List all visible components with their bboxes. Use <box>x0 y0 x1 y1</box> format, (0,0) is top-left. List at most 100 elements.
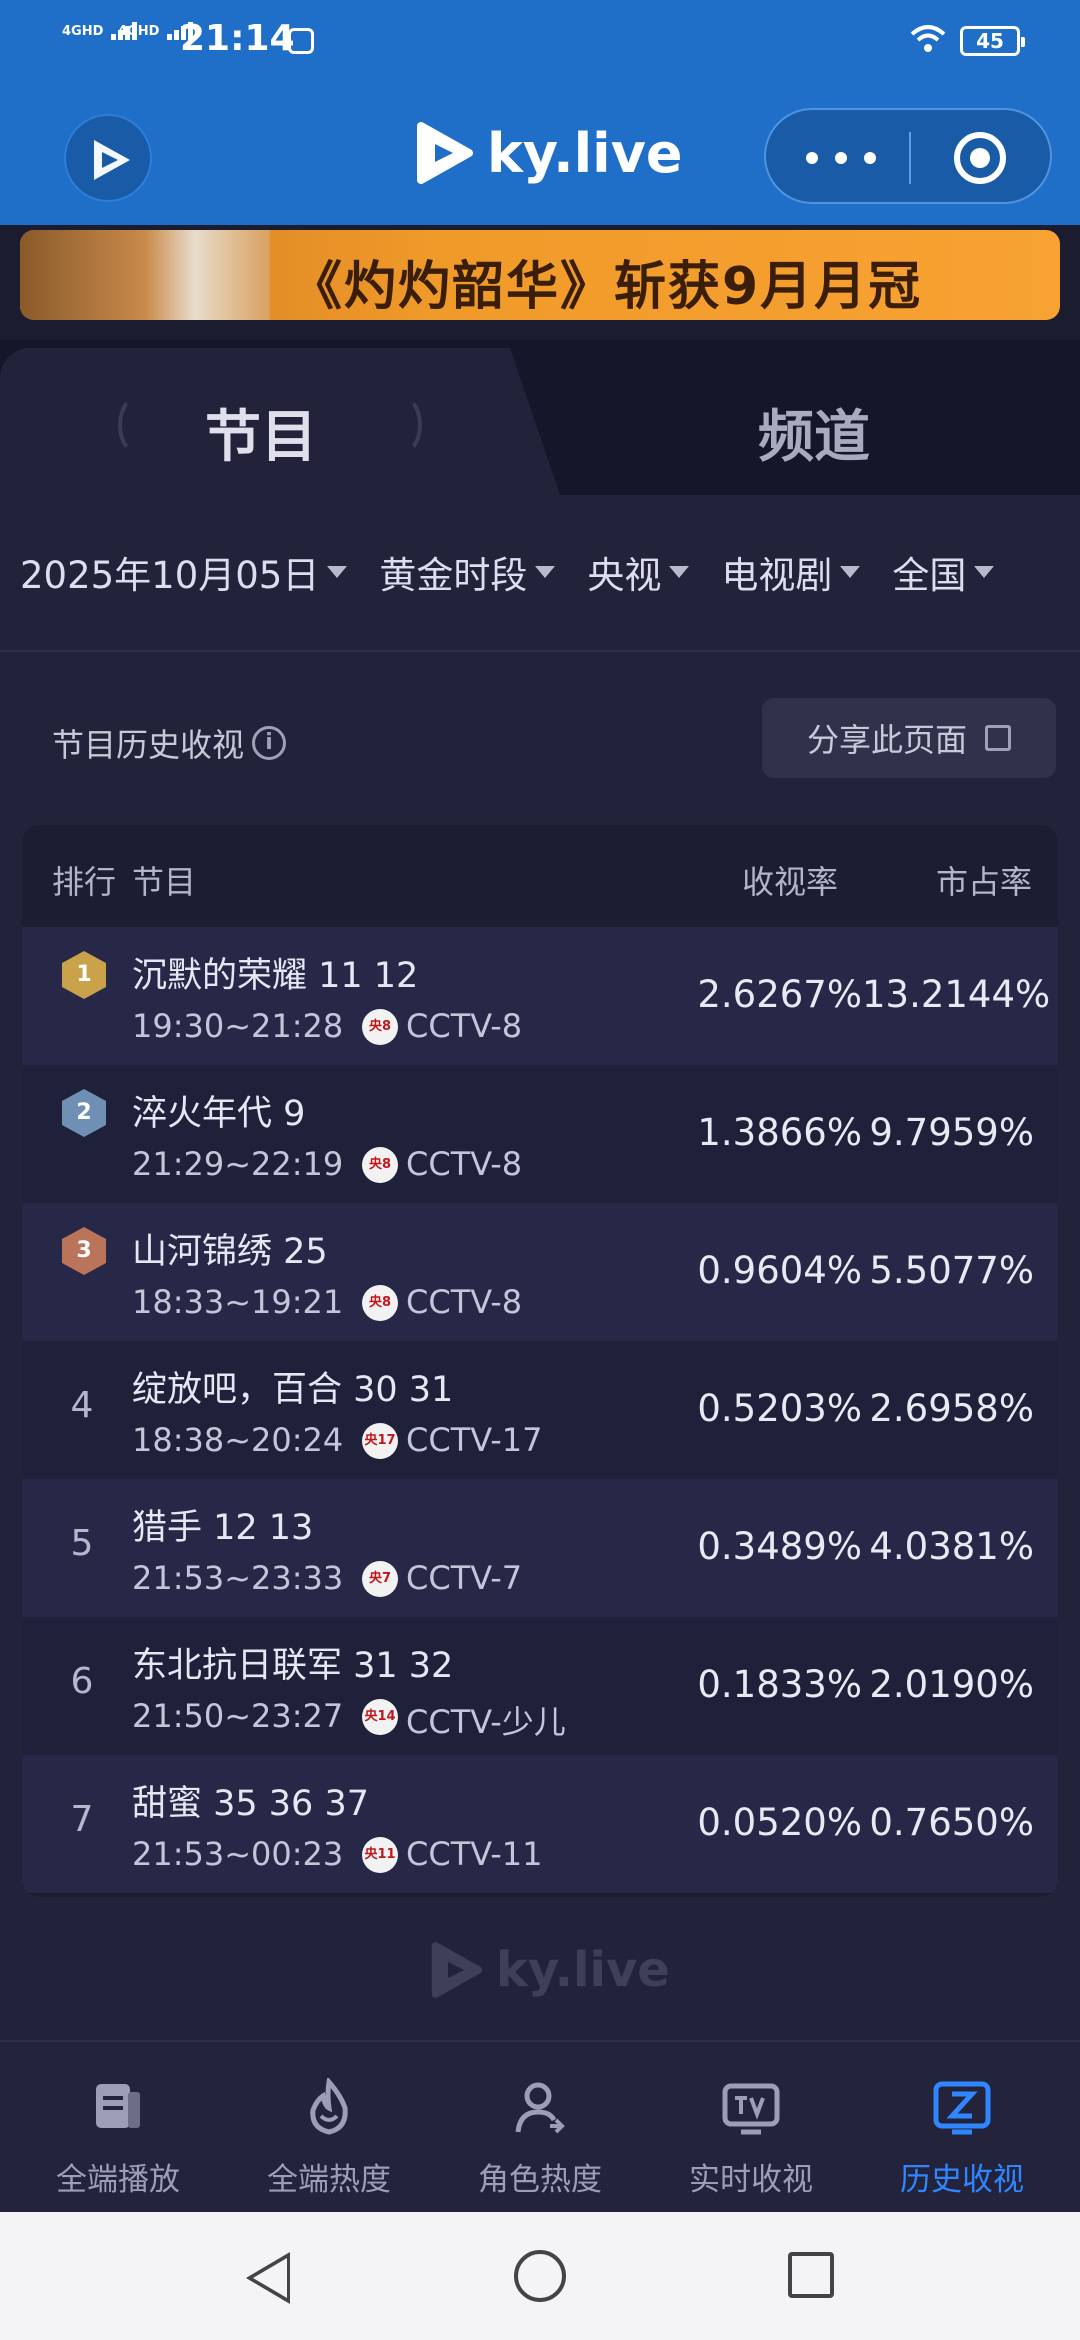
program-time: 21:50~23:27 <box>132 1697 344 1735</box>
rank-number: 4 <box>70 1385 94 1426</box>
channel-logo-icon: 央8 <box>362 1285 398 1321</box>
rating-value: 0.1833% <box>697 1663 862 1706</box>
rating-value: 0.0520% <box>697 1801 862 1844</box>
program-time: 21:29~22:19 <box>132 1145 344 1183</box>
brand-name: ky.live <box>487 121 683 185</box>
channel-logo-icon: 央11 <box>362 1837 398 1873</box>
wifi-icon <box>910 25 946 52</box>
nav-realtime-ratings[interactable]: 实时收视 <box>651 2078 851 2199</box>
channel-logo-icon: 央8 <box>362 1009 398 1045</box>
rating-value: 0.3489% <box>697 1525 862 1568</box>
channel-logo-icon: 央8 <box>362 1147 398 1183</box>
rating-value: 2.6267% <box>697 973 862 1016</box>
filter-genre[interactable]: 电视剧 <box>721 545 861 599</box>
play-logo-icon <box>94 140 130 180</box>
channel-name: CCTV-8 <box>406 1283 523 1321</box>
tab-channels[interactable]: 频道 <box>758 392 870 473</box>
program-time: 21:53~00:23 <box>132 1835 344 1873</box>
rating-value: 0.9604% <box>697 1249 862 1292</box>
table-row[interactable]: 6 东北抗日联军 31 32 21:50~23:27 央14 CCTV-少儿 0… <box>22 1617 1058 1755</box>
share-value: 2.6958% <box>869 1387 1034 1430</box>
share-value: 2.0190% <box>869 1663 1034 1706</box>
filter-region-label: 全国 <box>892 554 967 597</box>
capsule-divider <box>909 132 911 184</box>
close-miniapp-icon[interactable] <box>954 132 1006 184</box>
caret-down-icon <box>327 566 348 578</box>
bottom-nav: 全端播放 全端热度 角色热度 实时收视 历史收视 <box>0 2040 1080 2212</box>
nav-all-platform-play[interactable]: 全端播放 <box>18 2078 218 2199</box>
filter-genre-label: 电视剧 <box>721 554 833 597</box>
share-page-label: 分享此页面 <box>806 721 967 759</box>
filter-region[interactable]: 全国 <box>892 545 995 599</box>
nav-role-heat[interactable]: 角色热度 <box>440 2078 640 2199</box>
divider <box>0 650 1080 652</box>
header-program: 节目 <box>132 863 197 901</box>
battery-level: 45 <box>976 29 1004 53</box>
program-title: 甜蜜 35 36 37 <box>132 1784 369 1824</box>
program-title: 猎手 12 13 <box>132 1508 314 1548</box>
filter-bar: 2025年10月05日 黄金时段 央视 电视剧 全国 <box>20 545 1026 599</box>
header-rating: 收视率 <box>742 863 839 901</box>
status-bar: 4GHD 4GHD 21:14 45 <box>0 0 1080 80</box>
brand-logo: ky.live <box>415 120 683 186</box>
nav-label: 实时收视 <box>689 2162 813 2198</box>
section-title-text: 节目历史收视 <box>52 726 245 764</box>
table-row[interactable]: 5 猎手 12 13 21:53~23:33 央7 CCTV-7 0.3489%… <box>22 1479 1058 1617</box>
nav-all-platform-heat[interactable]: 全端热度 <box>229 2076 429 2199</box>
silver-medal-icon: 2 <box>62 1089 106 1137</box>
promo-banner[interactable]: 《灼灼韶华》斩获9月月冠 <box>20 230 1060 320</box>
network-type-1: 4GHD <box>62 24 104 39</box>
table-header: 排行 节目 收视率 市占率 <box>22 825 1058 927</box>
share-value: 9.7959% <box>869 1111 1034 1154</box>
channel-name: CCTV-8 <box>406 1007 523 1045</box>
share-value: 13.2144% <box>862 973 1051 1016</box>
table-row[interactable]: 7 甜蜜 35 36 37 21:53~00:23 央11 CCTV-11 0.… <box>22 1755 1058 1893</box>
filter-network[interactable]: 央视 <box>587 545 690 599</box>
tab-programs-label[interactable]: 节目 <box>205 392 317 473</box>
more-icon[interactable] <box>806 146 876 170</box>
share-value: 4.0381% <box>869 1525 1034 1568</box>
caret-down-icon <box>840 566 861 578</box>
share-value: 0.7650% <box>869 1801 1034 1844</box>
footer-brand-name: ky.live <box>496 1942 670 1998</box>
filter-date[interactable]: 2025年10月05日 <box>20 545 348 599</box>
program-title: 淬火年代 9 <box>132 1094 306 1134</box>
network-type-2: 4GHD <box>118 24 160 39</box>
channel-logo-icon: 央7 <box>362 1561 398 1597</box>
system-home-icon[interactable] <box>514 2250 566 2302</box>
laurel-left-icon <box>118 395 158 455</box>
banner-image <box>20 230 270 320</box>
banner-text: 《灼灼韶华》斩获9月月冠 <box>290 257 923 317</box>
nfc-icon <box>288 28 314 54</box>
nav-label: 历史收视 <box>900 2162 1024 2198</box>
rank-number: 6 <box>70 1661 94 1702</box>
table-row[interactable]: 4 绽放吧，百合 30 31 18:38~20:24 央17 CCTV-17 0… <box>22 1341 1058 1479</box>
nav-label: 角色热度 <box>478 2162 602 2198</box>
system-back-inner <box>253 2258 287 2298</box>
tv-icon <box>722 2083 780 2135</box>
ky-logo-icon <box>431 1942 483 1998</box>
header-rank: 排行 <box>52 863 117 901</box>
table-row[interactable]: 3 山河锦绣 25 18:33~19:21 央8 CCTV-8 0.9604% … <box>22 1203 1058 1341</box>
battery-indicator: 45 <box>960 26 1025 56</box>
channel-logo-icon: 央17 <box>362 1423 398 1459</box>
system-recents-icon[interactable] <box>788 2252 834 2298</box>
rank-number: 5 <box>70 1523 94 1564</box>
header-share: 市占率 <box>936 863 1033 901</box>
filter-timeslot-label: 黄金时段 <box>379 554 528 597</box>
caret-down-icon <box>535 566 556 578</box>
home-button[interactable] <box>64 114 152 202</box>
ky-logo-icon <box>417 122 473 184</box>
table-row[interactable]: 1 沉默的荣耀 11 12 19:30~21:28 央8 CCTV-8 2.62… <box>22 927 1058 1065</box>
program-title: 东北抗日联军 31 32 <box>132 1646 454 1686</box>
flame-icon <box>310 2076 348 2135</box>
nav-historical-ratings[interactable]: 历史收视 <box>862 2078 1062 2199</box>
filter-network-label: 央视 <box>587 554 662 597</box>
rating-value: 0.5203% <box>697 1387 862 1430</box>
table-row[interactable]: 2 淬火年代 9 21:29~22:19 央8 CCTV-8 1.3866% 9… <box>22 1065 1058 1203</box>
filter-timeslot[interactable]: 黄金时段 <box>379 545 556 599</box>
miniapp-capsule <box>764 108 1052 204</box>
program-time: 21:53~23:33 <box>132 1559 344 1597</box>
info-icon[interactable]: i <box>252 726 287 760</box>
share-page-button[interactable]: 分享此页面 <box>762 698 1056 778</box>
